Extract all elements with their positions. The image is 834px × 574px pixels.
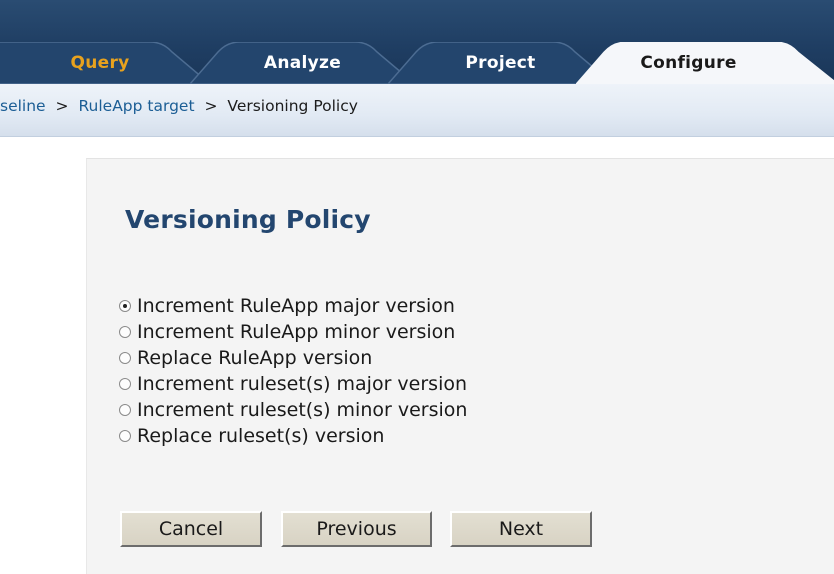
radio-button[interactable] xyxy=(119,430,131,442)
tab-analyze[interactable]: Analyze xyxy=(190,42,415,84)
tab-configure-label: Configure xyxy=(640,53,737,73)
tab-configure[interactable]: Configure xyxy=(576,42,834,84)
option-label: Increment ruleset(s) major version xyxy=(137,373,468,395)
main-tab-bar: Query Analyze Project Configure xyxy=(0,0,834,84)
option-ruleapp-replace[interactable]: Replace RuleApp version xyxy=(119,345,467,371)
page-title: Versioning Policy xyxy=(125,205,371,234)
option-ruleapp-major[interactable]: Increment RuleApp major version xyxy=(119,293,467,319)
breadcrumb: seline > RuleApp target > Versioning Pol… xyxy=(0,84,834,137)
option-ruleset-major[interactable]: Increment ruleset(s) major version xyxy=(119,371,467,397)
option-label: Replace ruleset(s) version xyxy=(137,425,385,447)
radio-button[interactable] xyxy=(119,378,131,390)
option-label: Increment RuleApp major version xyxy=(137,295,455,317)
tab-project-label: Project xyxy=(465,53,536,73)
screen: Query Analyze Project Configure seline >… xyxy=(0,0,834,574)
radio-button[interactable] xyxy=(119,326,131,338)
option-ruleset-minor[interactable]: Increment ruleset(s) minor version xyxy=(119,397,467,423)
option-label: Increment ruleset(s) minor version xyxy=(137,399,468,421)
breadcrumb-item-ruleapp-target[interactable]: RuleApp target xyxy=(78,97,194,115)
option-ruleapp-minor[interactable]: Increment RuleApp minor version xyxy=(119,319,467,345)
option-ruleset-replace[interactable]: Replace ruleset(s) version xyxy=(119,423,467,449)
radio-button[interactable] xyxy=(119,404,131,416)
versioning-policy-panel: Versioning Policy Increment RuleApp majo… xyxy=(86,158,834,574)
tab-analyze-label: Analyze xyxy=(263,53,342,73)
tab-query[interactable]: Query xyxy=(0,42,210,84)
breadcrumb-item-baseline[interactable]: seline xyxy=(0,97,46,115)
next-button[interactable]: Next xyxy=(450,511,592,547)
breadcrumb-separator: > xyxy=(55,97,69,115)
radio-button-selected[interactable] xyxy=(119,300,131,312)
versioning-options: Increment RuleApp major version Incremen… xyxy=(119,293,467,449)
breadcrumb-separator: > xyxy=(204,97,218,115)
option-label: Replace RuleApp version xyxy=(137,347,373,369)
option-label: Increment RuleApp minor version xyxy=(137,321,456,343)
breadcrumb-item-current: Versioning Policy xyxy=(227,97,358,115)
previous-button[interactable]: Previous xyxy=(281,511,432,547)
breadcrumb-trail: seline > RuleApp target > Versioning Pol… xyxy=(0,84,358,128)
tab-query-label: Query xyxy=(70,53,130,73)
cancel-button[interactable]: Cancel xyxy=(120,511,262,547)
radio-button[interactable] xyxy=(119,352,131,364)
